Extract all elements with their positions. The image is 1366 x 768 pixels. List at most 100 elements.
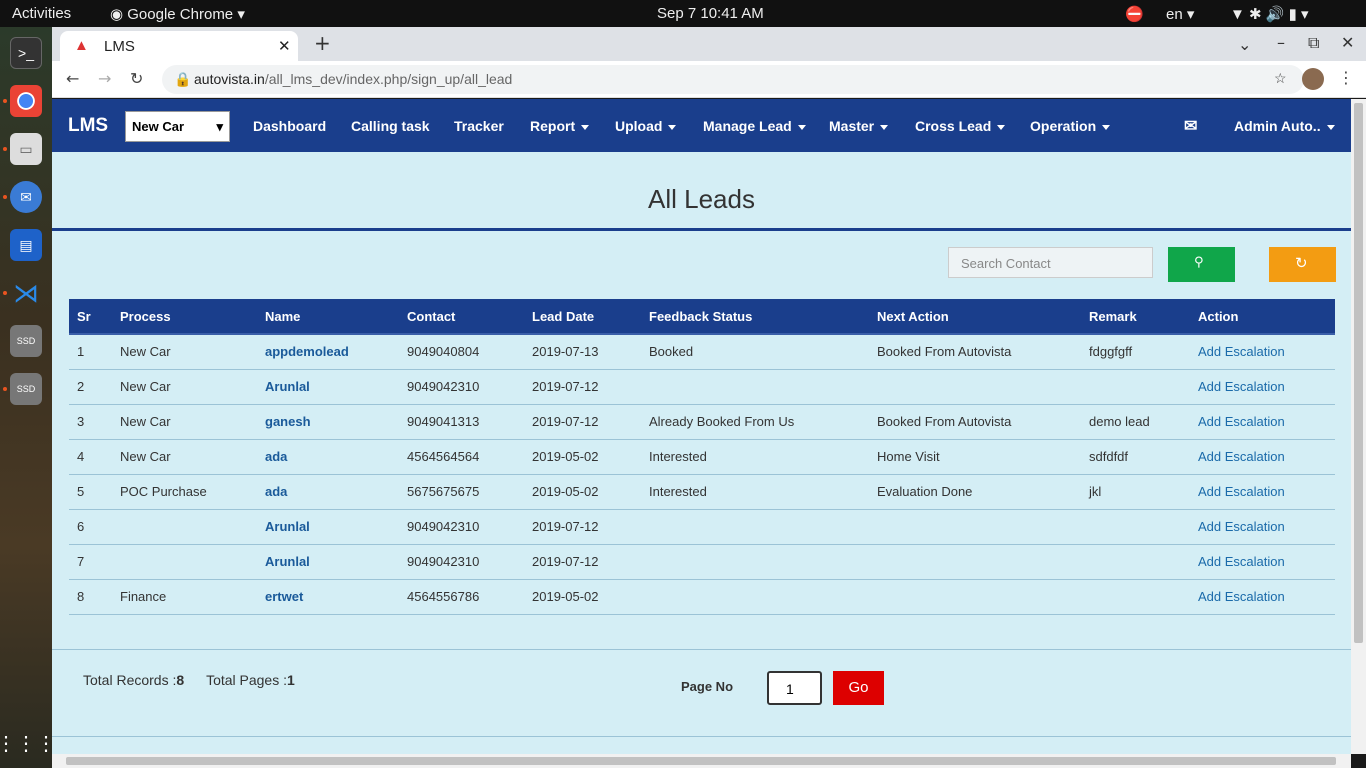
horizontal-scrollbar[interactable] [52,754,1351,768]
add-escalation-link[interactable]: Add Escalation [1190,404,1335,439]
writer-icon[interactable]: ▤ [10,229,42,261]
nav-operation[interactable]: Operation [1030,118,1111,134]
total-pages-value: 1 [287,672,295,688]
cell-contact: 4564564564 [407,449,480,464]
terminal-icon[interactable]: >_ [10,37,42,69]
cell-lead-date: 2019-07-12 [532,554,599,569]
vertical-scrollbar[interactable] [1351,99,1366,754]
process-select[interactable]: New Car ▾ [125,111,230,142]
user-menu[interactable]: Admin Auto.. [1234,118,1335,134]
cell-next-action [869,544,1081,579]
cell-remark: demo lead [1089,414,1150,429]
nav-calling-task[interactable]: Calling task [351,118,430,134]
app-menu[interactable]: ◉ Google Chrome ▾ [110,5,245,23]
cell-remark [1081,579,1190,614]
lead-name-link[interactable]: ertwet [257,579,399,614]
close-window-icon[interactable]: ✕ [1341,33,1354,52]
ssd-drive-icon[interactable]: SSD [10,325,42,357]
forward-icon[interactable]: → [98,69,111,88]
vscode-icon[interactable]: ⋊ [10,277,42,309]
total-pages-label: Total Pages : [206,672,287,688]
lead-name-link[interactable]: Arunlal [257,544,399,579]
nav-tracker[interactable]: Tracker [454,118,504,134]
running-indicator [3,195,7,199]
add-escalation-link[interactable]: Add Escalation [1190,369,1335,404]
chrome-menu-icon[interactable]: ⋮ [1338,68,1354,87]
reload-icon[interactable]: ↻ [130,69,143,88]
nav-cross-lead[interactable]: Cross Lead [915,118,1006,134]
go-button[interactable]: Go [833,671,884,705]
horizontal-scroll-thumb[interactable] [66,757,1336,765]
cell-next-action [869,579,1081,614]
profile-avatar[interactable] [1302,68,1324,90]
back-icon[interactable]: ← [66,69,79,88]
chrome-icon[interactable] [10,85,42,117]
table-body: 1 New Car appdemolead 9049040804 2019-07-13 B… [69,334,1335,614]
url-text: autovista.in/all_lms_dev/index.php/sign_… [194,71,512,87]
new-tab-icon[interactable]: + [314,31,331,55]
nav-report[interactable]: Report [530,118,590,134]
address-bar-row: ← → ↻ 🔒 autovista.in/all_lms_dev/index.p… [52,61,1366,98]
minimize-icon[interactable]: – [1277,33,1285,52]
nav-dashboard[interactable]: Dashboard [253,118,326,134]
table-header-row: Sr Process Name Contact Lead Date Feedba… [69,299,1335,335]
add-escalation-link[interactable]: Add Escalation [1190,579,1335,614]
browser-tab[interactable]: ▲ LMS ✕ [60,31,298,61]
cell-process: New Car [120,449,171,464]
add-escalation-link[interactable]: Add Escalation [1190,474,1335,509]
nav-master[interactable]: Master [829,118,889,134]
cell-remark: sdfdfdf [1089,449,1129,464]
ssd-drive-icon[interactable]: SSD [10,373,42,405]
close-tab-icon[interactable]: ✕ [278,37,291,55]
cell-contact: 9049041313 [407,414,480,429]
cell-feedback-status: Interested [649,484,707,499]
dock: >_ ▭ ✉ ▤ ⋊ SSD SSD ⋮⋮⋮ [0,27,56,768]
col-action: Action [1190,299,1335,335]
vertical-scroll-thumb[interactable] [1354,103,1363,643]
bookmark-star-icon[interactable]: ☆ [1274,70,1287,87]
url-bar[interactable]: 🔒 autovista.in/all_lms_dev/index.php/sig… [162,65,1304,94]
reset-button[interactable]: ↻ [1269,247,1336,282]
add-escalation-link[interactable]: Add Escalation [1190,544,1335,579]
lead-name-link[interactable]: ada [257,474,399,509]
cell-process: New Car [120,344,171,360]
nav-manage-lead[interactable]: Manage Lead [703,118,806,134]
cell-remark: fdggfgff [1089,344,1133,360]
table-row: 4 New Car ada 4564564564 2019-05-02 Intereste… [69,439,1335,474]
nav-upload[interactable]: Upload [615,118,677,134]
chevron-down-icon: ▾ [216,119,223,134]
tab-search-icon[interactable]: ⌄ [1238,35,1251,54]
caret-icon [1102,124,1111,130]
show-applications-icon[interactable]: ⋮⋮⋮ [0,727,56,759]
cell-sr: 4 [77,449,85,464]
lead-name-link[interactable]: ada [257,439,399,474]
cell-feedback-status: Already Booked From Us [649,414,795,429]
add-escalation-link[interactable]: Add Escalation [1190,509,1335,544]
page-number-input[interactable]: 1 [767,671,822,705]
cell-remark [1081,509,1190,544]
clock[interactable]: Sep 7 10:41 AM [657,5,764,22]
thunderbird-icon[interactable]: ✉ [10,181,42,213]
activities-button[interactable]: Activities [12,5,71,22]
brand-logo[interactable]: LMS [68,115,108,137]
search-input[interactable]: Search Contact [948,247,1153,278]
language-indicator[interactable]: en ▾ [1166,5,1194,23]
cell-contact: 5675675675 [407,484,480,499]
cell-lead-date: 2019-05-02 [532,589,599,604]
record-summary: Total Records :8 Total Pages :1 [83,672,295,688]
files-icon[interactable]: ▭ [10,133,42,165]
add-escalation-link[interactable]: Add Escalation [1190,334,1335,369]
restore-icon[interactable]: ⧉ [1308,33,1319,53]
mail-icon[interactable]: ✉ [1184,116,1197,136]
do-not-disturb-icon[interactable]: ⛔ [1125,5,1144,23]
lead-name-link[interactable]: appdemolead [257,334,399,369]
search-button[interactable]: ⚲ [1168,247,1235,282]
add-escalation-link[interactable]: Add Escalation [1190,439,1335,474]
lead-name-link[interactable]: ganesh [257,404,399,439]
cell-sr: 3 [77,414,85,429]
system-tray-icons[interactable]: ▼ ✱ 🔊 ▮ ▾ [1230,5,1309,23]
lead-name-link[interactable]: Arunlal [257,369,399,404]
lead-name-link[interactable]: Arunlal [257,509,399,544]
cell-sr: 5 [77,484,85,499]
cell-process: POC Purchase [120,484,207,499]
